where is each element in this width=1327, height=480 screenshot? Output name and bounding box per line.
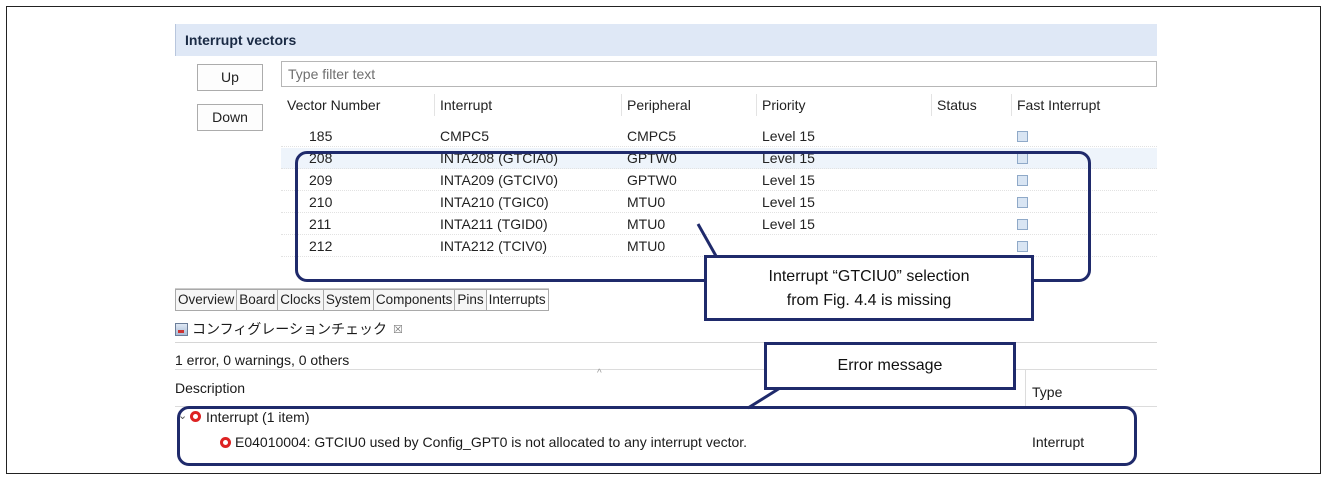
config-check-title: コンフィグレーションチェック [192,321,388,337]
priority-cell[interactable]: Level 15 [762,128,815,144]
highlight-error-row [177,406,1137,466]
sort-caret-icon: ^ [597,368,602,379]
up-button[interactable]: Up [197,64,263,91]
tab-pins[interactable]: Pins [455,289,487,311]
column-header-interrupt[interactable]: Interrupt [440,97,492,113]
interrupt-vectors-title: Interrupt vectors [185,32,297,48]
interrupt-cell: CMPC5 [440,128,490,144]
column-header-priority[interactable]: Priority [762,97,806,113]
peripheral-cell: CMPC5 [627,128,677,144]
tab-clocks[interactable]: Clocks [278,289,324,311]
table-row[interactable]: 185 CMPC5 CMPC5 Level 15 [281,126,1157,147]
column-header-description[interactable]: Description [175,380,245,396]
interrupt-vectors-header: Interrupt vectors [175,24,1157,56]
config-check-view-tab[interactable]: コンフィグレーションチェック ☒ [175,318,403,340]
callout-missing-interrupt: Interrupt “GTCIU0” selection from Fig. 4… [704,255,1034,321]
vector-number-cell: 185 [309,128,333,144]
column-header-vector-number[interactable]: Vector Number [287,97,380,113]
down-button[interactable]: Down [197,104,263,131]
close-icon[interactable]: ☒ [393,323,403,336]
tab-overview[interactable]: Overview [175,289,238,311]
column-header-type[interactable]: Type [1032,384,1062,400]
filter-input[interactable]: Type filter text [281,61,1157,87]
tab-board[interactable]: Board [237,289,279,311]
tab-system[interactable]: System [323,289,374,311]
callout-error-message: Error message [764,342,1016,390]
config-check-icon [175,322,188,336]
column-divider [931,94,932,116]
callout-text-line1: Interrupt “GTCIU0” selection [768,268,970,285]
column-header-status[interactable]: Status [937,97,977,113]
tab-components[interactable]: Components [373,289,456,311]
problem-summary: 1 error, 0 warnings, 0 others [175,352,350,368]
column-header-fast-interrupt[interactable]: Fast Interrupt [1017,97,1100,113]
column-divider [1011,94,1012,116]
editor-tab-bar: Overview Board Clocks System Components … [175,288,549,311]
column-divider [621,94,622,116]
column-divider [434,94,435,116]
tab-interrupts[interactable]: Interrupts [486,289,549,311]
callout-text-line2: from Fig. 4.4 is missing [786,292,952,309]
fast-interrupt-checkbox[interactable] [1017,131,1028,142]
column-header-peripheral[interactable]: Peripheral [627,97,691,113]
column-divider [756,94,757,116]
column-divider [1025,370,1026,408]
